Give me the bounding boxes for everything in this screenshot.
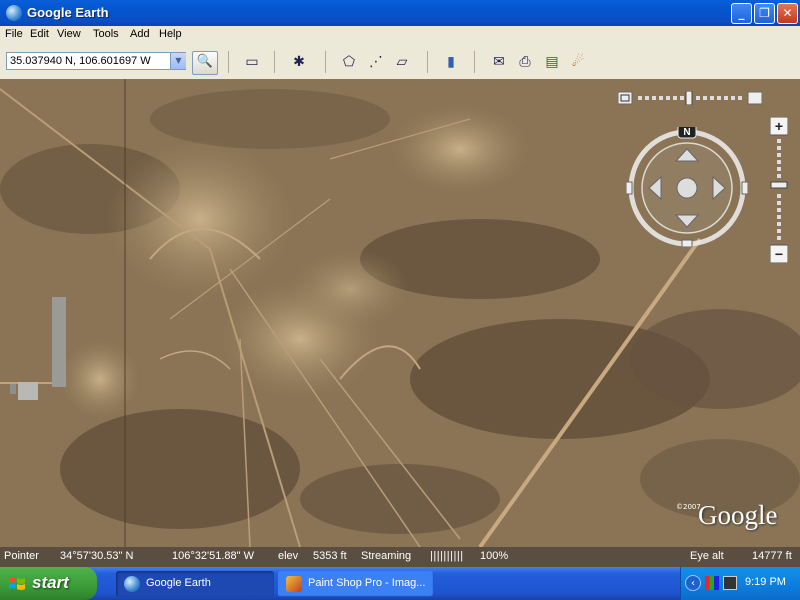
window-title: Google Earth (27, 5, 109, 20)
streaming-percent: 100% (480, 550, 509, 562)
menu-view[interactable]: View (57, 28, 81, 40)
streaming-label: Streaming (361, 550, 412, 562)
tilt-slider[interactable] (618, 91, 762, 105)
zoom-in-icon: + (775, 118, 783, 134)
status-bar: Pointer 34°57'30.53" N 106°32'51.88" W e… (0, 547, 800, 567)
elevation-value: 5353 ft (313, 550, 347, 562)
print-icon[interactable]: ⎙ (515, 53, 535, 71)
close-button[interactable]: ✕ (777, 3, 798, 24)
pointer-longitude: 106°32'51.88" W (172, 550, 254, 562)
tilt-slider-knob (685, 91, 693, 105)
maximize-button[interactable]: ❐ (754, 3, 775, 24)
streaming-progress-bar: |||||||||| (430, 550, 464, 562)
sidebar-toggle-icon[interactable]: ▭ (242, 53, 262, 71)
menu-file[interactable]: File (5, 28, 23, 40)
toolbar-separator (228, 51, 229, 73)
toolbar-separator (274, 51, 275, 73)
zoom-slider[interactable]: + − (770, 117, 788, 263)
clock[interactable]: 9:19 PM (745, 576, 786, 588)
toolbar-separator (427, 51, 428, 73)
taskbar-item-label: Paint Shop Pro - Imag... (308, 577, 426, 589)
eye-altitude-label: Eye alt (690, 550, 724, 562)
navigation-control[interactable]: N (626, 127, 748, 247)
menu-tools[interactable]: Tools (93, 28, 119, 40)
toolbar-separator (474, 51, 475, 73)
paint-shop-pro-icon (286, 576, 302, 592)
placemark-icon[interactable]: ✱ (289, 53, 309, 71)
windows-logo-icon (9, 577, 25, 590)
zoom-out-icon: − (775, 246, 783, 262)
tilt-horizon-icon (747, 91, 762, 105)
eye-altitude-value: 14777 ft (752, 550, 792, 562)
minimize-button[interactable]: _ (731, 3, 752, 24)
menu-edit[interactable]: Edit (30, 28, 49, 40)
system-tray: ‹ 9:19 PM (680, 567, 800, 600)
zoom-slider-knob (770, 181, 788, 189)
toolbar-separator (325, 51, 326, 73)
tilt-top-icon (618, 91, 633, 105)
taskbar: start Google Earth Paint Shop Pro - Imag… (0, 567, 800, 600)
title-bar[interactable]: Google Earth _ ❐ ✕ (0, 0, 800, 26)
show-hidden-icons-icon[interactable]: ‹ (685, 575, 701, 591)
google-logo: Google (698, 500, 778, 530)
tray-network-icon[interactable] (723, 576, 737, 590)
image-overlay-icon[interactable]: ▱ (392, 53, 412, 71)
pointer-label: Pointer (4, 550, 39, 562)
elevation-label: elev (278, 550, 299, 562)
start-label: start (32, 573, 69, 592)
tray-app-icon[interactable] (705, 576, 719, 590)
menu-help[interactable]: Help (159, 28, 182, 40)
google-earth-app-icon (6, 5, 22, 21)
google-earth-icon (124, 576, 140, 592)
taskbar-item-google-earth[interactable]: Google Earth (116, 571, 274, 597)
search-icon: 🔍 (196, 54, 214, 69)
coordinate-search-input[interactable]: 35.037940 N, 106.601697 W (6, 52, 186, 70)
email-icon[interactable]: ✉ (489, 53, 509, 71)
north-label: N (683, 127, 690, 138)
search-button[interactable]: 🔍 (192, 51, 218, 75)
chevron-down-icon[interactable]: ▼ (170, 53, 186, 69)
maps-icon[interactable]: ▤ (542, 53, 562, 71)
taskbar-item-label: Google Earth (146, 577, 211, 589)
start-button[interactable]: start (0, 567, 97, 600)
polygon-icon[interactable]: ⬠ (339, 53, 359, 71)
menu-bar: File Edit View Tools Add Help (0, 26, 800, 45)
sky-icon[interactable]: ☄ (568, 53, 588, 71)
toolbar: 35.037940 N, 106.601697 W ▼ 🔍 ▭ ✱ ⬠ ⋰ ▱ … (0, 45, 800, 80)
path-icon[interactable]: ⋰ (366, 53, 386, 71)
center-joystick-icon (676, 177, 698, 199)
taskbar-item-paint-shop-pro[interactable]: Paint Shop Pro - Imag... (278, 571, 434, 597)
menu-add[interactable]: Add (130, 28, 150, 40)
ruler-icon[interactable]: ▮ (441, 53, 461, 71)
pointer-latitude: 34°57'30.53" N (60, 550, 134, 562)
